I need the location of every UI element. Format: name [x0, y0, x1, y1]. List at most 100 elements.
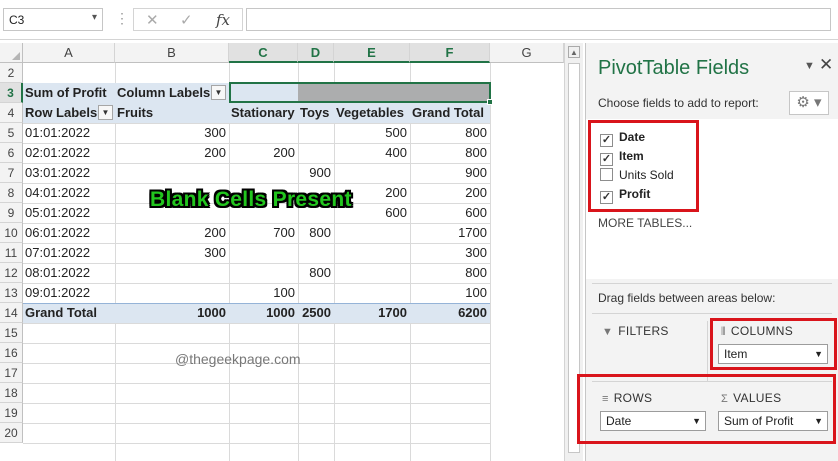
- row-label-cell[interactable]: 03:01:2022: [23, 163, 115, 183]
- row-label-cell[interactable]: 09:01:2022: [23, 283, 115, 303]
- name-box[interactable]: C3 ▾: [3, 8, 103, 31]
- value-cell[interactable]: [298, 243, 334, 263]
- value-cell[interactable]: [298, 143, 334, 163]
- selected-range[interactable]: [229, 82, 491, 103]
- value-cell[interactable]: [334, 283, 410, 303]
- pivot-column-labels[interactable]: Column Labels: [115, 83, 211, 103]
- value-cell[interactable]: 300: [410, 243, 490, 263]
- pivot-column-header[interactable]: Fruits: [115, 103, 229, 123]
- worksheet-grid[interactable]: A B C D E F G 2 3 4 5 6 7 8 9 10 11 12 1…: [0, 43, 583, 461]
- value-cell[interactable]: [334, 223, 410, 243]
- value-cell[interactable]: [229, 123, 298, 143]
- value-cell[interactable]: [115, 163, 229, 183]
- row-header-3[interactable]: 3: [0, 83, 23, 103]
- row-label-cell[interactable]: 04:01:2022: [23, 183, 115, 203]
- value-cell[interactable]: 600: [410, 203, 490, 223]
- more-tables-link[interactable]: MORE TABLES...: [598, 216, 692, 230]
- value-cell[interactable]: 200: [410, 183, 490, 203]
- grand-total-cell[interactable]: 1000: [229, 303, 298, 323]
- column-header-c[interactable]: C: [229, 43, 298, 63]
- row-header-13[interactable]: 13: [0, 283, 23, 303]
- value-cell[interactable]: 200: [229, 143, 298, 163]
- fill-handle[interactable]: [487, 99, 493, 105]
- value-cell[interactable]: 100: [410, 283, 490, 303]
- row-header-15[interactable]: 15: [0, 323, 23, 343]
- chevron-down-icon[interactable]: ▾: [92, 12, 97, 23]
- row-header-5[interactable]: 5: [0, 123, 23, 143]
- row-header-20[interactable]: 20: [0, 423, 23, 443]
- value-cell[interactable]: 300: [115, 243, 229, 263]
- row-label-cell[interactable]: 05:01:2022: [23, 203, 115, 223]
- value-cell[interactable]: 900: [410, 163, 490, 183]
- column-labels-filter-icon[interactable]: ▼: [211, 85, 226, 100]
- value-cell[interactable]: [229, 243, 298, 263]
- value-cell[interactable]: 800: [298, 223, 334, 243]
- row-header-7[interactable]: 7: [0, 163, 23, 183]
- value-cell[interactable]: [334, 163, 410, 183]
- row-header-10[interactable]: 10: [0, 223, 23, 243]
- row-label-cell[interactable]: 07:01:2022: [23, 243, 115, 263]
- row-header-4[interactable]: 4: [0, 103, 23, 123]
- row-header-2[interactable]: 2: [0, 63, 23, 83]
- row-label-cell[interactable]: 02:01:2022: [23, 143, 115, 163]
- cancel-icon[interactable]: ✕: [146, 11, 159, 29]
- value-cell[interactable]: 800: [410, 123, 490, 143]
- pivot-column-header[interactable]: Grand Total: [410, 103, 490, 123]
- grand-total-cell[interactable]: 1700: [334, 303, 410, 323]
- row-header-14[interactable]: 14: [0, 303, 23, 323]
- pane-options-icon[interactable]: ▼: [804, 60, 815, 72]
- pivot-column-header[interactable]: Stationary: [229, 103, 298, 123]
- row-header-6[interactable]: 6: [0, 143, 23, 163]
- value-cell[interactable]: 300: [115, 123, 229, 143]
- value-cell[interactable]: [334, 243, 410, 263]
- enter-icon[interactable]: ✓: [180, 11, 193, 29]
- column-header-a[interactable]: A: [23, 43, 115, 63]
- value-cell[interactable]: 200: [115, 143, 229, 163]
- row-header-11[interactable]: 11: [0, 243, 23, 263]
- row-header-18[interactable]: 18: [0, 383, 23, 403]
- value-cell[interactable]: [298, 123, 334, 143]
- value-cell[interactable]: 200: [115, 223, 229, 243]
- row-header-19[interactable]: 19: [0, 403, 23, 423]
- value-cell[interactable]: 100: [229, 283, 298, 303]
- row-header-8[interactable]: 8: [0, 183, 23, 203]
- value-cell[interactable]: [115, 283, 229, 303]
- row-label-cell[interactable]: 01:01:2022: [23, 123, 115, 143]
- row-label-cell[interactable]: 06:01:2022: [23, 223, 115, 243]
- value-cell[interactable]: [115, 263, 229, 283]
- row-header-12[interactable]: 12: [0, 263, 23, 283]
- value-cell[interactable]: [334, 263, 410, 283]
- grand-total-cell[interactable]: 6200: [410, 303, 490, 323]
- gear-icon[interactable]: ⚙ ▾: [789, 91, 829, 115]
- value-cell[interactable]: 400: [334, 143, 410, 163]
- row-header-16[interactable]: 16: [0, 343, 23, 363]
- row-header-9[interactable]: 9: [0, 203, 23, 223]
- scroll-up-icon[interactable]: ▲: [568, 46, 580, 58]
- value-cell[interactable]: 800: [410, 263, 490, 283]
- grand-total-cell[interactable]: 2500: [298, 303, 334, 323]
- value-cell[interactable]: 1700: [410, 223, 490, 243]
- column-header-b[interactable]: B: [115, 43, 229, 63]
- row-header-17[interactable]: 17: [0, 363, 23, 383]
- close-icon[interactable]: ✕: [819, 55, 833, 75]
- value-cell[interactable]: 800: [298, 263, 334, 283]
- grand-total-label[interactable]: Grand Total: [23, 303, 115, 323]
- column-header-g[interactable]: G: [490, 43, 564, 63]
- value-cell[interactable]: 700: [229, 223, 298, 243]
- grand-total-cell[interactable]: 1000: [115, 303, 229, 323]
- column-header-d[interactable]: D: [298, 43, 334, 63]
- pivot-sum-label[interactable]: Sum of Profit: [23, 83, 115, 103]
- value-cell[interactable]: [298, 283, 334, 303]
- insert-function-icon[interactable]: fx: [216, 11, 230, 29]
- pivot-row-labels[interactable]: Row Labels: [23, 103, 98, 123]
- column-header-e[interactable]: E: [334, 43, 410, 63]
- column-header-f[interactable]: F: [410, 43, 490, 63]
- value-cell[interactable]: [229, 163, 298, 183]
- value-cell[interactable]: [229, 263, 298, 283]
- value-cell[interactable]: 500: [334, 123, 410, 143]
- row-labels-filter-icon[interactable]: ▼: [98, 105, 113, 120]
- value-cell[interactable]: 900: [298, 163, 334, 183]
- select-all-corner[interactable]: [0, 43, 23, 63]
- pivot-column-header[interactable]: Toys: [298, 103, 334, 123]
- pivot-column-header[interactable]: Vegetables: [334, 103, 410, 123]
